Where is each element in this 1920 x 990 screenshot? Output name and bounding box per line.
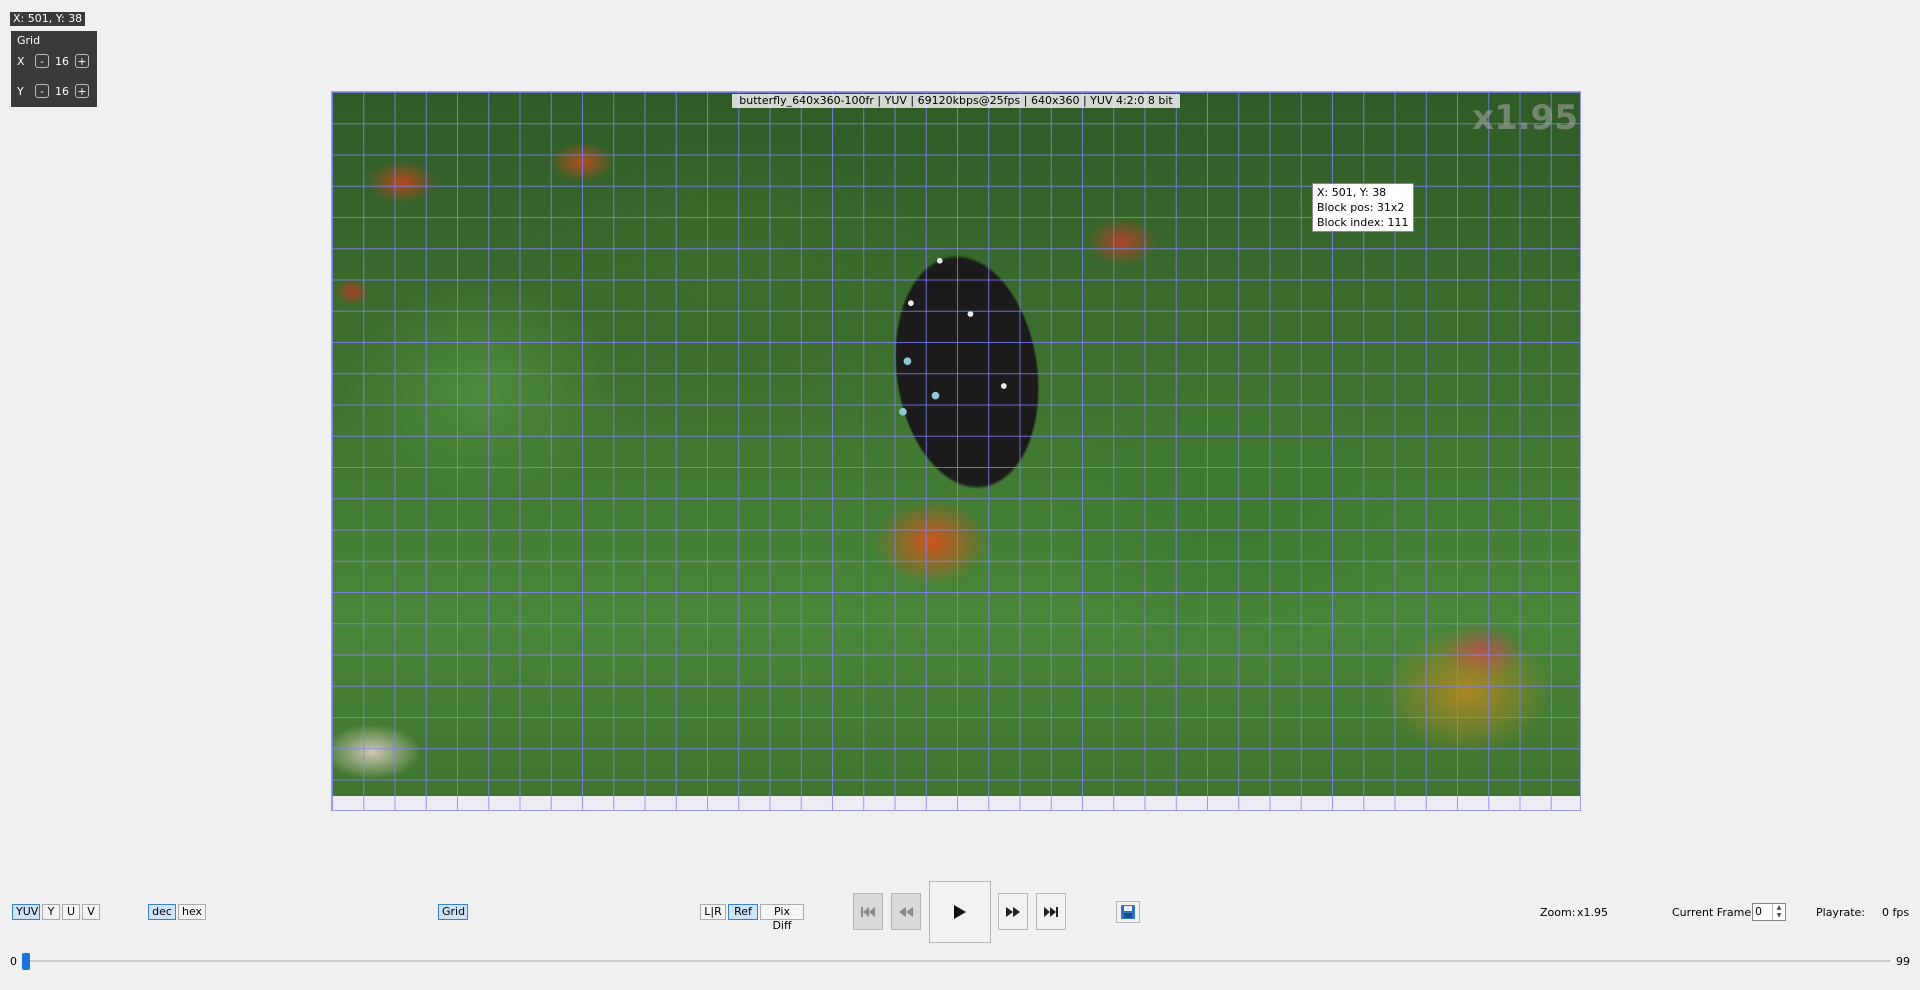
plane-u-button[interactable]: U (62, 904, 80, 920)
zoom-label: Zoom: (1540, 906, 1576, 919)
save-frame-button[interactable] (1116, 901, 1140, 923)
tooltip-block-index: Block index: 111 (1317, 216, 1409, 229)
format-hex-button[interactable]: hex (178, 904, 206, 920)
current-frame-value: 0 (1755, 905, 1762, 918)
plane-y-button[interactable]: Y (42, 904, 60, 920)
timeline-track[interactable] (24, 960, 1890, 962)
plane-v-button[interactable]: V (82, 904, 100, 920)
skip-to-start-button[interactable] (853, 893, 883, 930)
tooltip-block-pos: Block pos: 31x2 (1317, 201, 1405, 214)
playrate-label: Playrate: (1816, 906, 1865, 919)
timeline-min-label: 0 (10, 955, 17, 968)
rewind-icon (899, 906, 913, 917)
grid-y-label: Y (17, 84, 24, 98)
grid-y-increase-button[interactable]: + (75, 84, 89, 98)
rewind-button[interactable] (891, 893, 921, 930)
zoom-value: x1.95 (1577, 906, 1609, 919)
compare-pixdiff-button[interactable]: Pix Diff (760, 904, 804, 932)
current-frame-spinbox[interactable]: 0 ▲ ▼ (1752, 903, 1786, 921)
current-frame-label: Current Frame: (1672, 906, 1755, 919)
grid-y-decrease-button[interactable]: - (35, 84, 49, 98)
grid-toggle-button[interactable]: Grid (438, 904, 468, 920)
stream-info-banner: butterfly_640x360-100fr | YUV | 69120kbp… (732, 94, 1180, 108)
pixel-info-tooltip: X: 501, Y: 38 Block pos: 31x2 Block inde… (1312, 183, 1414, 232)
plane-yuv-button[interactable]: YUV (12, 904, 40, 920)
save-icon (1121, 905, 1135, 919)
fast-forward-icon (1006, 906, 1020, 917)
fast-forward-button[interactable] (998, 893, 1028, 930)
grid-x-increase-button[interactable]: + (75, 54, 89, 68)
zoom-watermark: x1.95 (1472, 98, 1578, 138)
grid-x-decrease-button[interactable]: - (35, 54, 49, 68)
timeline-max-label: 99 (1896, 955, 1910, 968)
cursor-coordinates: X: 501, Y: 38 (10, 12, 86, 26)
skip-to-end-button[interactable] (1036, 893, 1066, 930)
skip-to-end-icon (1044, 906, 1058, 917)
tooltip-coordinates: X: 501, Y: 38 (1317, 186, 1387, 199)
grid-settings-panel: Grid X - 16 + Y - 16 + (11, 31, 97, 107)
spinbox-arrows-icon[interactable]: ▲ ▼ (1772, 904, 1785, 920)
play-icon (954, 905, 966, 919)
grid-panel-title: Grid (17, 34, 41, 47)
grid-x-label: X (17, 54, 25, 68)
video-frame-viewport[interactable]: butterfly_640x360-100fr | YUV | 69120kbp… (331, 91, 1581, 811)
grid-y-row: Y - 16 + (17, 83, 89, 99)
compare-ref-button[interactable]: Ref (728, 904, 758, 920)
timeline-handle[interactable] (22, 953, 30, 970)
grid-x-row: X - 16 + (17, 53, 89, 69)
play-button[interactable] (929, 881, 991, 943)
skip-to-start-icon (861, 906, 875, 917)
playrate-value: 0 fps (1882, 906, 1910, 919)
grid-x-value: 16 (55, 54, 69, 68)
grid-y-value: 16 (55, 84, 69, 98)
compare-lr-button[interactable]: L|R (700, 904, 726, 920)
format-dec-button[interactable]: dec (148, 904, 176, 920)
